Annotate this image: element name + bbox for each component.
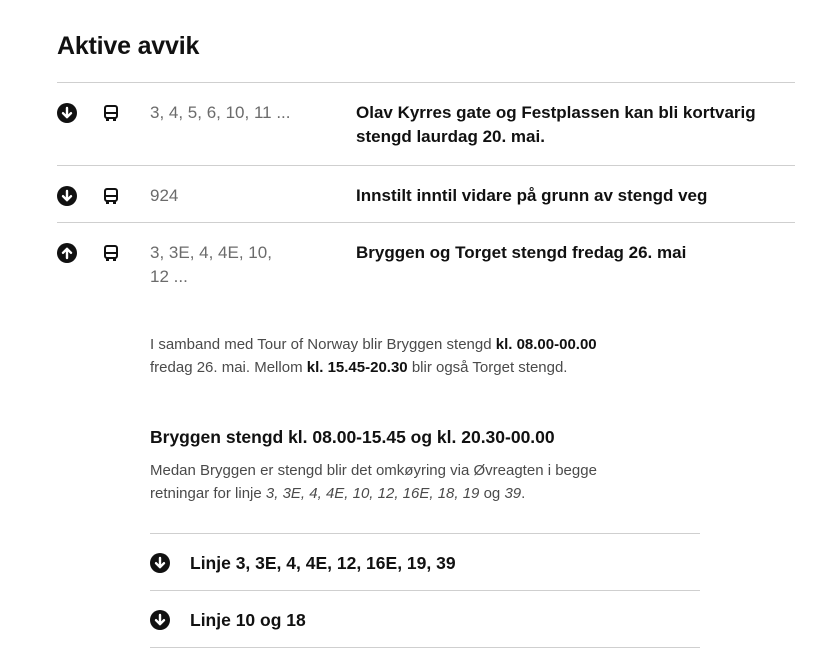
deviation-headline[interactable]: Innstilt inntil vidare på grunn av steng…: [356, 184, 796, 208]
deviation-intro: I samband med Tour of Norway blir Brygge…: [150, 333, 700, 379]
intro-text: I samband med Tour of Norway blir Brygge…: [150, 336, 496, 353]
divider: [57, 222, 795, 223]
section-heading: Bryggen stengd kl. 08.00-15.45 og kl. 20…: [150, 427, 555, 447]
divider: [150, 590, 700, 591]
section-text-line: retningar for linje: [150, 485, 266, 502]
page-title: Aktive avvik: [57, 32, 200, 60]
intro-text: blir også Torget stengd.: [407, 359, 568, 376]
bus-icon: [101, 103, 121, 123]
divider: [57, 165, 795, 166]
section-text-line: .: [521, 485, 526, 502]
accordion-label[interactable]: Linje 10 og 18: [190, 608, 306, 632]
divider: [150, 647, 700, 648]
route-lines: 3, 3E, 4, 4E, 10, 12 ...: [150, 241, 272, 289]
arrow-down-circle-icon[interactable]: [57, 103, 77, 123]
route-list-italic: 3, 3E, 4, 4E, 10, 12, 16E, 18, 19: [265, 485, 480, 502]
route-lines: 3, 4, 5, 6, 10, 11 ...: [150, 103, 291, 122]
section-text: Medan Bryggen er stengd blir det omkøyri…: [150, 459, 700, 505]
intro-time-bold: kl. 08.00-00.00: [495, 336, 597, 353]
arrow-down-circle-icon[interactable]: [57, 186, 77, 206]
accordion-item[interactable]: Linje 3, 3E, 4, 4E, 12, 16E, 19, 39: [150, 551, 700, 575]
bus-icon: [101, 186, 121, 206]
bus-icon: [101, 243, 121, 263]
accordion-item[interactable]: Linje 10 og 18: [150, 608, 700, 632]
route-lines: 924: [150, 186, 179, 205]
arrow-down-circle-icon[interactable]: [150, 553, 170, 573]
route-lines-line: 3, 3E, 4, 4E, 10,: [150, 243, 272, 262]
arrow-down-circle-icon[interactable]: [150, 610, 170, 630]
section-text-line: og: [479, 485, 505, 502]
arrow-up-circle-icon[interactable]: [57, 243, 77, 263]
deviation-item: 924 Innstilt inntil vidare på grunn av s…: [57, 184, 795, 210]
deviation-headline[interactable]: Olav Kyrres gate og Festplassen kan bli …: [356, 101, 796, 149]
divider: [57, 82, 795, 83]
intro-time-bold: kl. 15.45-20.30: [306, 359, 408, 376]
deviation-item: 3, 4, 5, 6, 10, 11 ... Olav Kyrres gate …: [57, 101, 795, 151]
section-text-line: Medan Bryggen er stengd blir det omkøyri…: [150, 462, 597, 479]
route-list-italic: 39: [504, 485, 522, 502]
deviation-headline[interactable]: Bryggen og Torget stengd fredag 26. mai: [356, 241, 796, 265]
route-lines-line: 12 ...: [150, 267, 188, 286]
deviation-item: 3, 3E, 4, 4E, 10, 12 ... Bryggen og Torg…: [57, 241, 795, 291]
divider: [150, 533, 700, 534]
accordion-label[interactable]: Linje 3, 3E, 4, 4E, 12, 16E, 19, 39: [190, 551, 456, 575]
intro-text: fredag 26. mai. Mellom: [150, 359, 307, 376]
